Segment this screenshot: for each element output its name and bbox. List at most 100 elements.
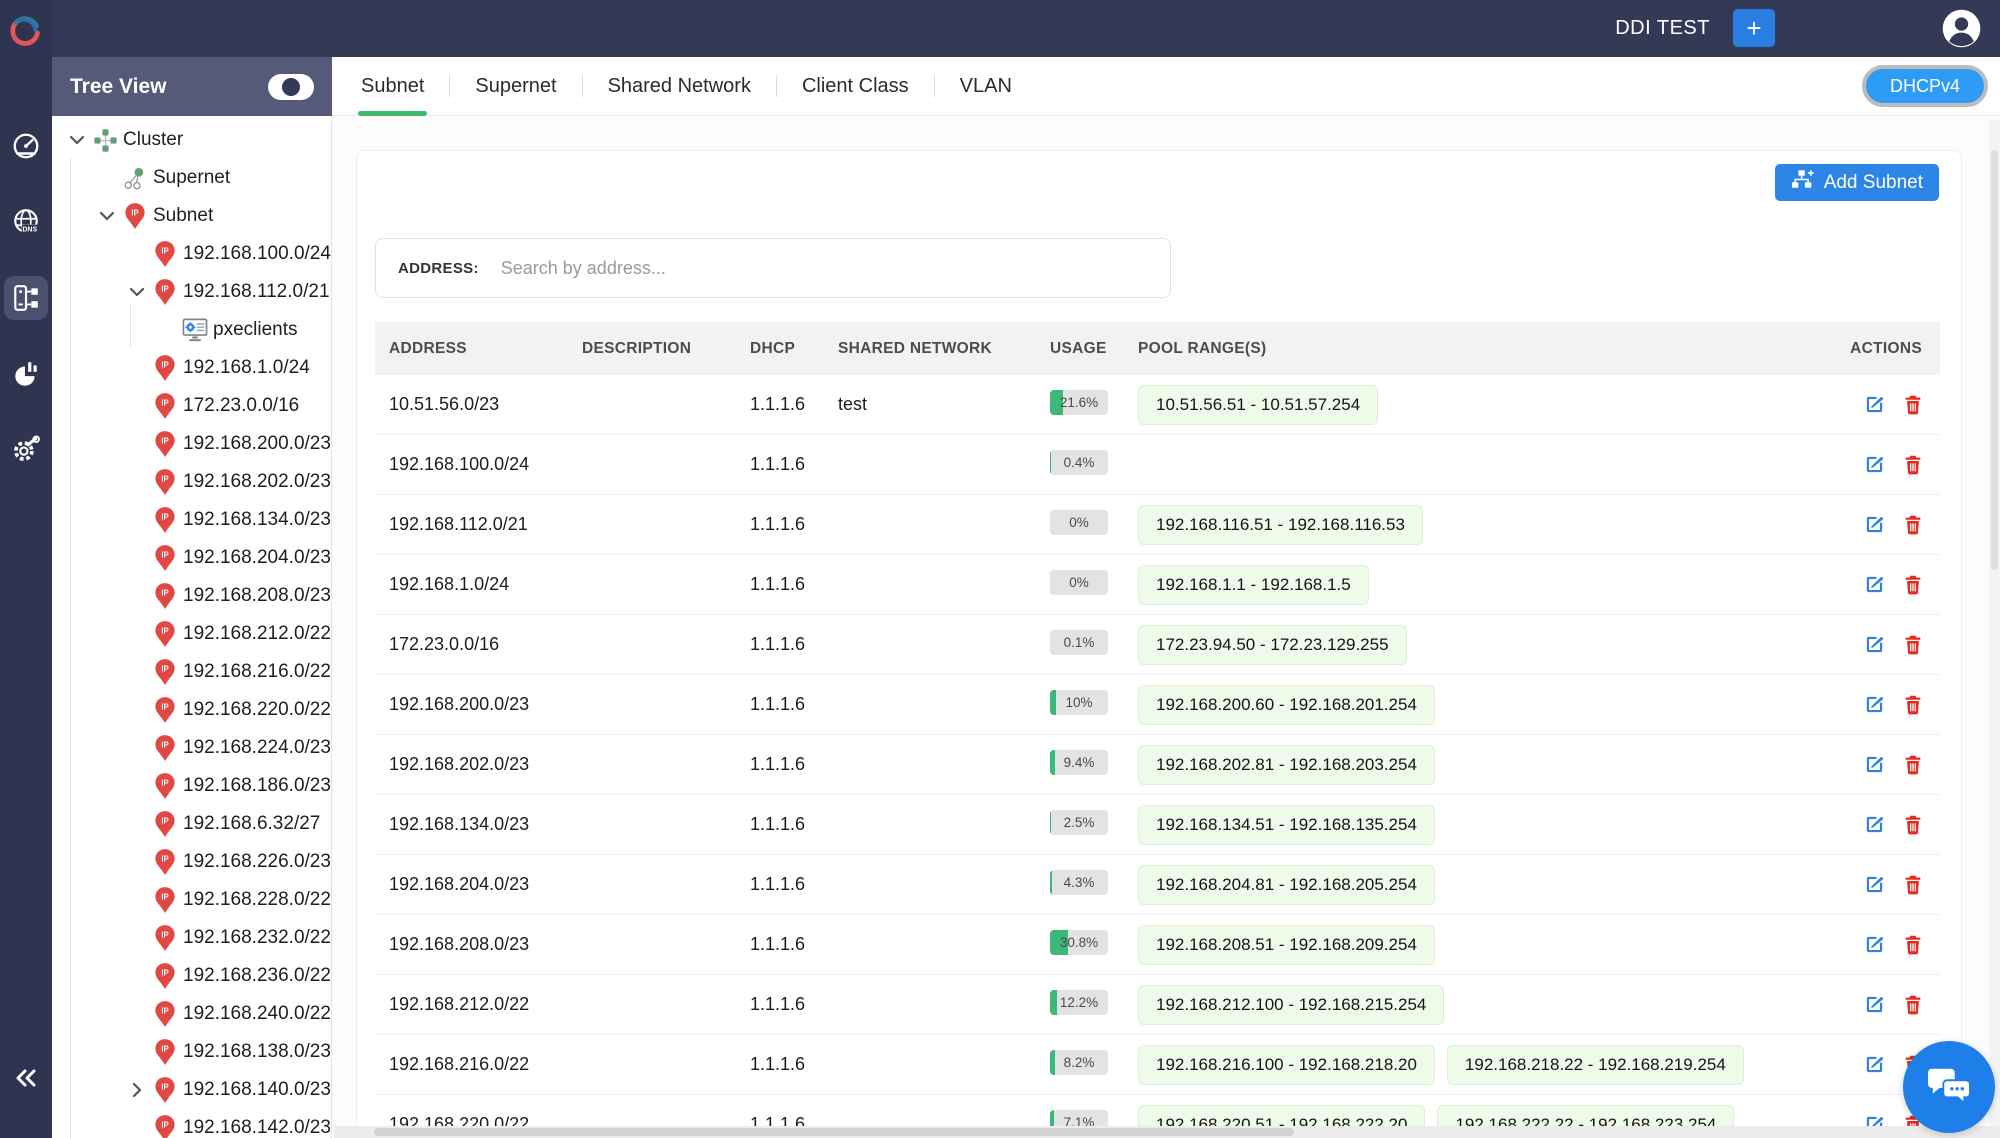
- edit-subnet-button[interactable]: [1863, 993, 1886, 1016]
- tree-item-192-168-228-0-22[interactable]: IP192.168.228.0/22: [52, 881, 332, 919]
- cell-pools: 192.168.204.81 - 192.168.205.254: [1126, 865, 1840, 905]
- delete-subnet-button[interactable]: [1901, 393, 1924, 416]
- tree-item-192-168-204-0-23[interactable]: IP192.168.204.0/23: [52, 539, 332, 577]
- subnet-card: Add Subnet ADDRESS: ADDRESSDESCRIPTIONDH…: [356, 150, 1962, 1138]
- tree-item-supernet[interactable]: Supernet: [52, 159, 332, 197]
- sidebar-item-dhcp[interactable]: [0, 260, 52, 336]
- usage-badge: 10%: [1050, 690, 1108, 715]
- svg-text:IP: IP: [161, 665, 168, 674]
- cell-pools: 172.23.94.50 - 172.23.129.255: [1126, 625, 1840, 665]
- edit-subnet-button[interactable]: [1863, 573, 1886, 596]
- tree-item-192-168-140-0-23[interactable]: IP192.168.140.0/23: [52, 1071, 332, 1109]
- user-avatar[interactable]: [1941, 8, 1982, 49]
- cell-address: 192.168.112.0/21: [375, 514, 570, 535]
- sidebar-item-dns[interactable]: DNS: [0, 184, 52, 260]
- tree-item-subnet[interactable]: IPSubnet: [52, 197, 332, 235]
- pin-icon: IP: [150, 1000, 180, 1028]
- tree-item-label: 192.168.140.0/23: [183, 1079, 331, 1101]
- tree-item-192-168-6-32-27[interactable]: IP192.168.6.32/27: [52, 805, 332, 843]
- tree-item-pxeclients[interactable]: pxeclients: [52, 311, 332, 349]
- tree-item-192-168-208-0-23[interactable]: IP192.168.208.0/23: [52, 577, 332, 615]
- edit-subnet-button[interactable]: [1863, 933, 1886, 956]
- edit-subnet-button[interactable]: [1863, 1053, 1886, 1076]
- tree-item-192-168-202-0-23[interactable]: IP192.168.202.0/23: [52, 463, 332, 501]
- tree-item-192-168-112-0-21[interactable]: IP192.168.112.0/21: [52, 273, 332, 311]
- delete-subnet-button[interactable]: [1901, 993, 1924, 1016]
- edit-subnet-button[interactable]: [1863, 813, 1886, 836]
- cell-address: 192.168.200.0/23: [375, 694, 570, 715]
- edit-subnet-button[interactable]: [1863, 753, 1886, 776]
- delete-subnet-button[interactable]: [1901, 453, 1924, 476]
- tree-item-192-168-138-0-23[interactable]: IP192.168.138.0/23: [52, 1033, 332, 1071]
- address-search-box: ADDRESS:: [375, 238, 1171, 298]
- delete-subnet-button[interactable]: [1901, 513, 1924, 536]
- chevron-down-icon[interactable]: [64, 135, 90, 145]
- edit-subnet-button[interactable]: [1863, 393, 1886, 416]
- pool-range-badge: 192.168.212.100 - 192.168.215.254: [1138, 985, 1444, 1025]
- tree-item-192-168-232-0-22[interactable]: IP192.168.232.0/22: [52, 919, 332, 957]
- tree-item-192-168-134-0-23[interactable]: IP192.168.134.0/23: [52, 501, 332, 539]
- delete-subnet-button[interactable]: [1901, 633, 1924, 656]
- sidebar-item-settings[interactable]: [0, 412, 52, 488]
- horizontal-scrollbar-thumb[interactable]: [374, 1128, 1294, 1136]
- edit-subnet-button[interactable]: [1863, 873, 1886, 896]
- edit-subnet-button[interactable]: [1863, 453, 1886, 476]
- tree-item-192-168-226-0-23[interactable]: IP192.168.226.0/23: [52, 843, 332, 881]
- edit-subnet-button[interactable]: [1863, 633, 1886, 656]
- tree-item-192-168-212-0-22[interactable]: IP192.168.212.0/22: [52, 615, 332, 653]
- tree-item-192-168-220-0-22[interactable]: IP192.168.220.0/22: [52, 691, 332, 729]
- delete-subnet-button[interactable]: [1901, 813, 1924, 836]
- supernet-icon: [120, 167, 150, 190]
- chevron-right-icon[interactable]: [124, 1082, 150, 1098]
- tab-subnet[interactable]: Subnet: [336, 57, 449, 116]
- tree-item-192-168-240-0-22[interactable]: IP192.168.240.0/22: [52, 995, 332, 1033]
- svg-text:IP: IP: [161, 475, 168, 484]
- tree-item-label: 192.168.1.0/24: [183, 357, 310, 379]
- pin-icon: IP: [150, 924, 180, 952]
- tree-item-cluster[interactable]: Cluster: [52, 121, 332, 159]
- collapse-sidebar-button[interactable]: [0, 1058, 52, 1098]
- address-search-input[interactable]: [501, 258, 1148, 279]
- tree-item-192-168-100-0-24[interactable]: IP192.168.100.0/24: [52, 235, 332, 273]
- tree-item-192-168-1-0-24[interactable]: IP192.168.1.0/24: [52, 349, 332, 387]
- chevron-down-icon[interactable]: [94, 211, 120, 221]
- add-workspace-button[interactable]: +: [1733, 9, 1775, 47]
- dhcp-version-badge[interactable]: DHCPv4: [1862, 65, 1988, 107]
- tree-item-192-168-186-0-23[interactable]: IP192.168.186.0/23: [52, 767, 332, 805]
- tab-supernet[interactable]: Supernet: [450, 57, 581, 116]
- cell-address: 192.168.1.0/24: [375, 574, 570, 595]
- tree-item-192-168-224-0-23[interactable]: IP192.168.224.0/23: [52, 729, 332, 767]
- tree-item-192-168-216-0-22[interactable]: IP192.168.216.0/22: [52, 653, 332, 691]
- usage-badge: 0.4%: [1050, 450, 1108, 475]
- usage-badge: 2.5%: [1050, 810, 1108, 835]
- tab-vlan[interactable]: VLAN: [935, 57, 1037, 116]
- delete-subnet-button[interactable]: [1901, 573, 1924, 596]
- cell-actions: [1863, 393, 1940, 416]
- sidebar-item-dashboard[interactable]: [0, 108, 52, 184]
- delete-subnet-button[interactable]: [1901, 873, 1924, 896]
- usage-badge: 0%: [1050, 510, 1108, 535]
- tree-item-172-23-0-0-16[interactable]: IP172.23.0.0/16: [52, 387, 332, 425]
- client-icon: [180, 318, 210, 342]
- chat-fab-button[interactable]: [1903, 1041, 1995, 1133]
- sidebar-item-reports[interactable]: [0, 336, 52, 412]
- add-subnet-button[interactable]: Add Subnet: [1775, 164, 1939, 201]
- tree-item-192-168-142-0-23[interactable]: IP192.168.142.0/23: [52, 1109, 332, 1138]
- delete-subnet-button[interactable]: [1901, 693, 1924, 716]
- cell-address: 10.51.56.0/23: [375, 394, 570, 415]
- cell-usage: 30.8%: [1038, 930, 1126, 960]
- pin-icon: IP: [150, 620, 180, 648]
- tree-item-192-168-200-0-23[interactable]: IP192.168.200.0/23: [52, 425, 332, 463]
- edit-subnet-button[interactable]: [1863, 513, 1886, 536]
- tree-item-192-168-236-0-22[interactable]: IP192.168.236.0/22: [52, 957, 332, 995]
- svg-text:IP: IP: [161, 931, 168, 940]
- chevron-down-icon[interactable]: [124, 287, 150, 297]
- pin-icon: IP: [150, 582, 180, 610]
- edit-subnet-button[interactable]: [1863, 693, 1886, 716]
- tree-view-toggle[interactable]: [268, 74, 314, 100]
- tab-shared-network[interactable]: Shared Network: [583, 57, 776, 116]
- tab-client-class[interactable]: Client Class: [777, 57, 934, 116]
- delete-subnet-button[interactable]: [1901, 933, 1924, 956]
- vertical-scrollbar-thumb[interactable]: [1991, 150, 1998, 570]
- delete-subnet-button[interactable]: [1901, 753, 1924, 776]
